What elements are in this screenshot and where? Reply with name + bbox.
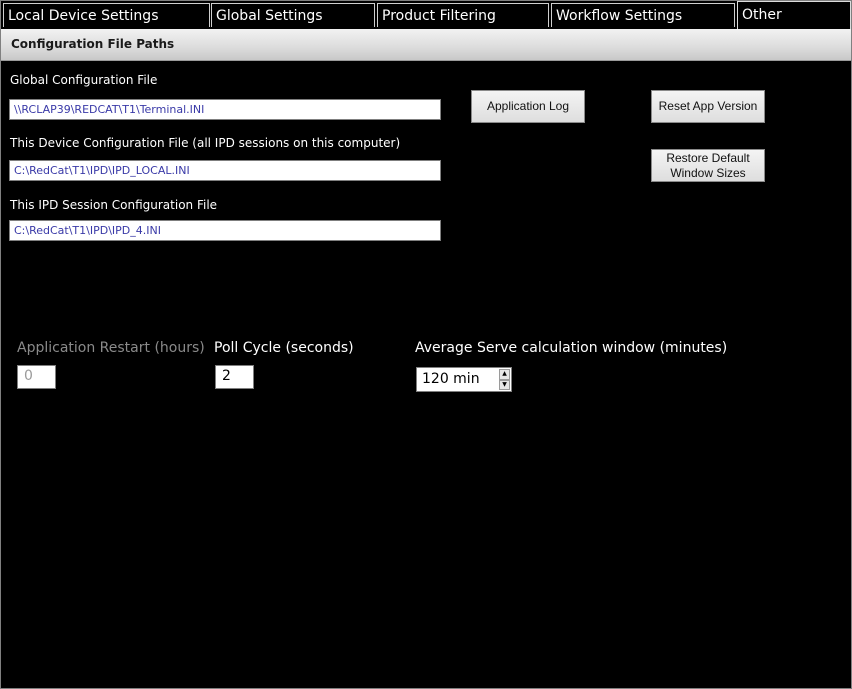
restore-button-line1: Restore Default xyxy=(666,150,750,165)
tab-other[interactable]: Other xyxy=(737,1,851,29)
average-serve-spinner[interactable]: 120 min ▲ ▼ xyxy=(416,367,512,392)
restore-button-line2: Window Sizes xyxy=(670,165,746,180)
spin-up-icon[interactable]: ▲ xyxy=(499,369,510,380)
tab-workflow-settings[interactable]: Workflow Settings xyxy=(551,3,735,27)
application-restart-label: Application Restart (hours) xyxy=(17,340,205,356)
section-header: Configuration File Paths xyxy=(1,29,851,61)
spin-down-icon[interactable]: ▼ xyxy=(499,379,510,390)
tab-bar: Local Device Settings Global Settings Pr… xyxy=(1,1,851,29)
poll-cycle-label: Poll Cycle (seconds) xyxy=(214,340,354,356)
average-serve-label: Average Serve calculation window (minute… xyxy=(415,340,728,356)
poll-cycle-field[interactable]: 2 xyxy=(215,365,254,389)
application-restart-field: 0 xyxy=(17,365,56,389)
application-log-button[interactable]: Application Log xyxy=(471,90,585,123)
session-config-field[interactable]: C:\RedCat\T1\IPD\IPD_4.INI xyxy=(9,220,441,241)
reset-app-version-button[interactable]: Reset App Version xyxy=(651,90,765,123)
settings-window: Local Device Settings Global Settings Pr… xyxy=(0,0,852,689)
global-config-field[interactable]: \\RCLAP39\REDCAT\T1\Terminal.INI xyxy=(9,99,441,120)
average-serve-value: 120 min xyxy=(422,371,480,387)
tab-local-device-settings[interactable]: Local Device Settings xyxy=(3,3,210,27)
restore-default-window-sizes-button[interactable]: Restore Default Window Sizes xyxy=(651,149,765,182)
session-config-label: This IPD Session Configuration File xyxy=(10,198,218,212)
spin-buttons: ▲ ▼ xyxy=(499,369,510,390)
device-config-label: This Device Configuration File (all IPD … xyxy=(10,136,401,150)
tab-product-filtering[interactable]: Product Filtering xyxy=(377,3,549,27)
device-config-field[interactable]: C:\RedCat\T1\IPD\IPD_LOCAL.INI xyxy=(9,160,441,181)
global-config-label: Global Configuration File xyxy=(10,73,158,87)
tab-global-settings[interactable]: Global Settings xyxy=(211,3,375,27)
